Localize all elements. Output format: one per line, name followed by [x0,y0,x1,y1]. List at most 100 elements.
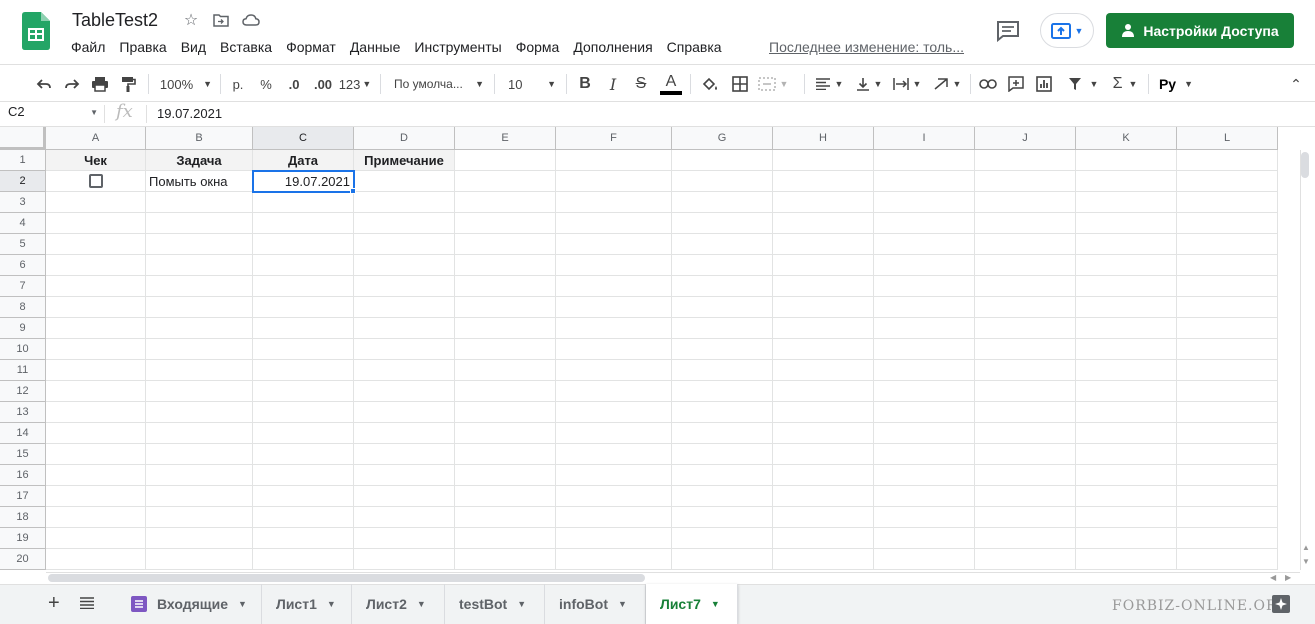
cell-g6[interactable] [672,255,773,276]
cell-e16[interactable] [455,465,556,486]
sheet-tab-лист1[interactable]: Лист1 ▼ [262,584,352,624]
vertical-scrollbar[interactable] [1300,150,1315,570]
percent-format-button[interactable]: % [254,65,278,103]
row-header-5[interactable]: 5 [0,234,46,255]
cell-k11[interactable] [1076,360,1177,381]
cell-k15[interactable] [1076,444,1177,465]
cell-k7[interactable] [1076,276,1177,297]
cell-h11[interactable] [773,360,874,381]
chevron-down-icon[interactable]: ▼ [618,599,627,609]
cell-a1[interactable]: Чек [46,150,146,171]
cell-k13[interactable] [1076,402,1177,423]
cell-a18[interactable] [46,507,146,528]
sheet-tab-лист7[interactable]: Лист7 ▼ [646,584,738,624]
row-header-13[interactable]: 13 [0,402,46,423]
cell-f9[interactable] [556,318,672,339]
cell-k4[interactable] [1076,213,1177,234]
row-header-9[interactable]: 9 [0,318,46,339]
chevron-down-icon[interactable]: ▼ [417,599,426,609]
insert-chart-icon[interactable] [1032,65,1056,103]
cell-b8[interactable] [146,297,253,318]
cell-i5[interactable] [874,234,975,255]
cell-j7[interactable] [975,276,1076,297]
cell-j8[interactable] [975,297,1076,318]
cell-i1[interactable] [874,150,975,171]
undo-icon[interactable] [32,65,56,103]
cell-b18[interactable] [146,507,253,528]
cell-h8[interactable] [773,297,874,318]
sheet-tab-infobot[interactable]: infoBot ▼ [545,584,646,624]
cell-g18[interactable] [672,507,773,528]
cell-h15[interactable] [773,444,874,465]
sheet-tab-лист2[interactable]: Лист2 ▼ [352,584,445,624]
bold-button[interactable]: B [574,65,596,103]
cell-c10[interactable] [253,339,354,360]
cell-h2[interactable] [773,171,874,192]
cell-f16[interactable] [556,465,672,486]
comments-icon[interactable] [996,20,1020,42]
column-header-b[interactable]: B [146,127,253,150]
menu-item[interactable]: Форма [509,38,567,56]
cell-e3[interactable] [455,192,556,213]
cell-h16[interactable] [773,465,874,486]
row-header-8[interactable]: 8 [0,297,46,318]
move-folder-icon[interactable] [212,11,230,29]
cell-h17[interactable] [773,486,874,507]
cell-b2[interactable]: Помыть окна [146,171,253,192]
chevron-down-icon[interactable]: ▼ [517,599,526,609]
cell-e12[interactable] [455,381,556,402]
column-header-e[interactable]: E [455,127,556,150]
cell-g8[interactable] [672,297,773,318]
row-header-11[interactable]: 11 [0,360,46,381]
cell-a10[interactable] [46,339,146,360]
cell-g15[interactable] [672,444,773,465]
cell-i20[interactable] [874,549,975,570]
menu-item[interactable]: Данные [343,38,408,56]
scroll-down-arrow-icon[interactable]: ▼ [1302,557,1310,566]
cell-l18[interactable] [1177,507,1278,528]
last-edit-link[interactable]: Последнее изменение: толь... [769,39,964,55]
cell-d1[interactable]: Примечание [354,150,455,171]
cell-g4[interactable] [672,213,773,234]
cell-j5[interactable] [975,234,1076,255]
cell-k8[interactable] [1076,297,1177,318]
cell-i17[interactable] [874,486,975,507]
cell-e18[interactable] [455,507,556,528]
cell-j17[interactable] [975,486,1076,507]
cell-g3[interactable] [672,192,773,213]
cell-i8[interactable] [874,297,975,318]
cell-k1[interactable] [1076,150,1177,171]
increase-decimal-button[interactable]: .00 [310,65,336,103]
cell-g11[interactable] [672,360,773,381]
cell-c5[interactable] [253,234,354,255]
cell-i12[interactable] [874,381,975,402]
align-horizontal-icon[interactable]: ▼ [812,65,846,103]
cell-k6[interactable] [1076,255,1177,276]
cell-d15[interactable] [354,444,455,465]
cell-i3[interactable] [874,192,975,213]
cell-b4[interactable] [146,213,253,234]
cell-g20[interactable] [672,549,773,570]
sheet-tab-входящие[interactable]: Входящие ▼ [117,584,262,624]
row-header-10[interactable]: 10 [0,339,46,360]
decrease-decimal-button[interactable]: .0 [282,65,306,103]
cell-k10[interactable] [1076,339,1177,360]
cell-f10[interactable] [556,339,672,360]
cell-g14[interactable] [672,423,773,444]
cell-d19[interactable] [354,528,455,549]
cell-f20[interactable] [556,549,672,570]
cloud-status-icon[interactable] [242,11,260,29]
cell-d5[interactable] [354,234,455,255]
cell-d20[interactable] [354,549,455,570]
cell-d7[interactable] [354,276,455,297]
scroll-right-arrow-icon[interactable]: ▶ [1285,573,1291,582]
cell-j19[interactable] [975,528,1076,549]
cell-e9[interactable] [455,318,556,339]
cell-e19[interactable] [455,528,556,549]
cell-a13[interactable] [46,402,146,423]
cell-e15[interactable] [455,444,556,465]
cell-e7[interactable] [455,276,556,297]
cell-e11[interactable] [455,360,556,381]
cell-c13[interactable] [253,402,354,423]
cell-d4[interactable] [354,213,455,234]
